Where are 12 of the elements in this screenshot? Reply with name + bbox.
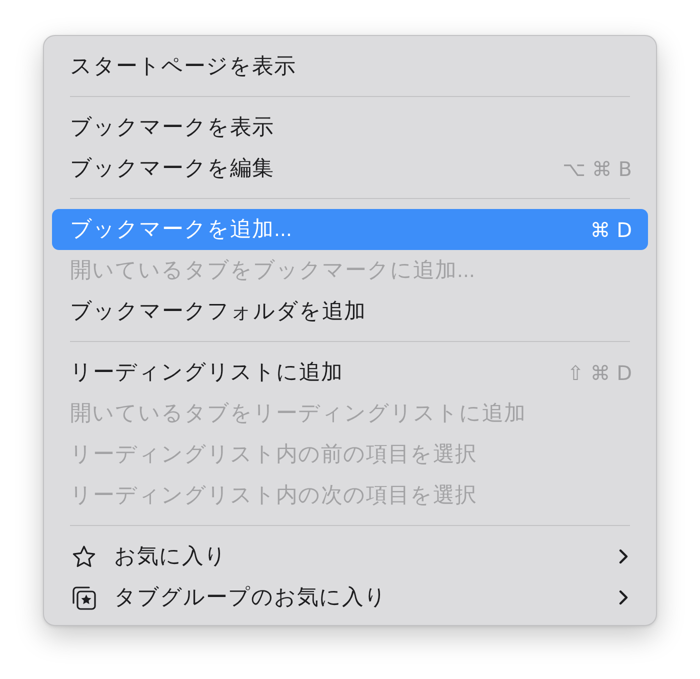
keyboard-shortcut: ⌥ ⌘ B: [562, 156, 632, 180]
menu-item[interactable]: リーディングリストに追加 ⇧ ⌘ D: [52, 352, 648, 393]
keyboard-shortcut: ⌘ D: [590, 218, 632, 242]
menu-item[interactable]: ブックマークを表示: [52, 107, 648, 148]
menu-item[interactable]: タブグループのお気に入り: [52, 577, 648, 618]
stacked-squares-star-icon: [72, 586, 96, 610]
menu-item[interactable]: スタートページを表示: [52, 46, 648, 87]
star-icon: [72, 544, 96, 568]
menu-item[interactable]: ブックマークを編集 ⌥ ⌘ B: [52, 148, 648, 189]
menu-item[interactable]: ブックマークフォルダを追加: [52, 291, 648, 332]
keyboard-shortcut: ⇧ ⌘ D: [567, 360, 632, 384]
menu-item[interactable]: お気に入り: [52, 536, 648, 577]
